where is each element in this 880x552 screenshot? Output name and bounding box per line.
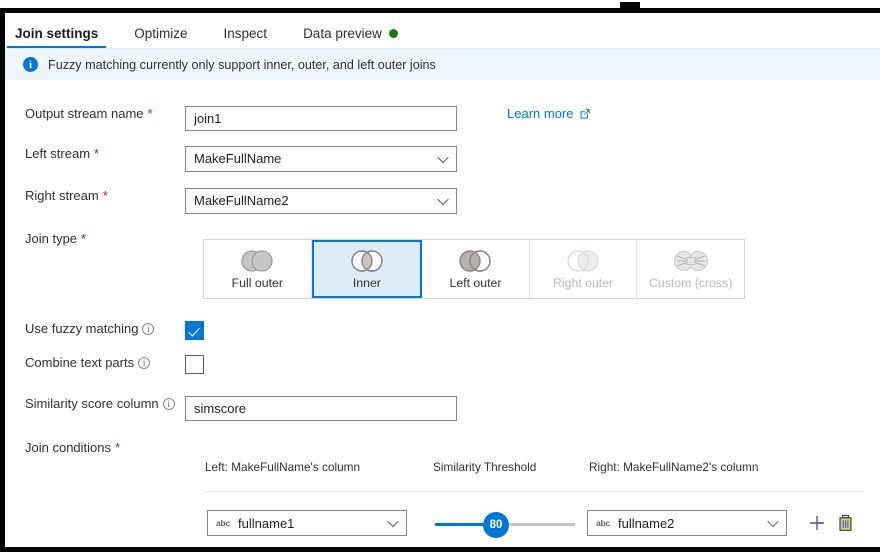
tab-optimize[interactable]: Optimize — [124, 25, 197, 49]
chevron-down-icon — [389, 518, 398, 527]
required-marker: * — [102, 188, 108, 203]
tab-bar: Join settings Optimize Inspect Data prev… — [5, 13, 880, 49]
output-stream-name-label: Output stream name * — [5, 106, 185, 122]
column-header-left: Left: MakeFullName's column — [205, 460, 361, 474]
right-outer-join-icon — [562, 248, 604, 274]
right-column-dropdown[interactable]: abc fullname2 — [587, 510, 787, 536]
label-text: Similarity score column — [25, 396, 159, 411]
right-stream-dropdown[interactable]: MakeFullName2 — [185, 188, 457, 214]
info-icon: i — [23, 57, 38, 72]
string-type-icon: abc — [216, 518, 231, 528]
left-stream-dropdown[interactable]: MakeFullName — [185, 146, 457, 172]
join-type-inner[interactable]: Inner — [311, 240, 423, 298]
delete-condition-button[interactable] — [833, 511, 857, 535]
join-type-selector: Full outer Inner Left outer Right outer … — [203, 239, 745, 299]
row-join-conditions: Join conditions * — [5, 440, 880, 456]
combine-text-parts-label: Combine text parts i — [5, 355, 185, 371]
right-stream-label: Right stream * — [5, 188, 185, 204]
info-tooltip-icon[interactable]: i — [142, 322, 155, 335]
right-column-value: fullname2 — [618, 515, 675, 531]
join-type-label: Full outer — [231, 276, 283, 290]
inner-join-icon — [346, 248, 388, 274]
tab-data-preview[interactable]: Data preview — [293, 25, 408, 49]
join-type-right-outer[interactable]: Right outer — [530, 240, 638, 298]
use-fuzzy-matching-label: Use fuzzy matching i — [5, 321, 185, 337]
use-fuzzy-matching-checkbox[interactable] — [185, 321, 204, 340]
join-type-left-outer[interactable]: Left outer — [422, 240, 530, 298]
external-link-icon — [580, 108, 591, 118]
row-combine-text-parts: Combine text parts i — [5, 355, 880, 374]
chevron-down-icon — [439, 196, 448, 205]
tab-label: Inspect — [223, 25, 268, 41]
slider-thumb[interactable]: 80 — [483, 512, 509, 538]
required-marker: * — [115, 440, 121, 455]
tab-label: Join settings — [15, 25, 99, 41]
left-stream-label: Left stream * — [5, 146, 185, 162]
left-stream-value: MakeFullName — [194, 151, 282, 166]
column-header-right: Right: MakeFullName2's column — [589, 460, 759, 474]
similarity-threshold-slider[interactable]: 80 — [435, 512, 575, 538]
info-tooltip-icon[interactable]: i — [162, 397, 175, 410]
combine-text-parts-checkbox[interactable] — [185, 355, 204, 374]
status-dot-icon — [388, 28, 398, 38]
tab-inspect[interactable]: Inspect — [214, 25, 278, 49]
chevron-down-icon — [439, 154, 448, 163]
join-type-label: Left outer — [449, 276, 502, 290]
learn-more-link[interactable]: Learn more — [507, 106, 591, 121]
similarity-score-column-input[interactable] — [185, 396, 457, 421]
label-text: Join conditions — [25, 440, 111, 455]
join-type-custom-cross[interactable]: Custom (cross) — [637, 240, 744, 298]
right-stream-value: MakeFullName2 — [194, 193, 289, 208]
required-marker: * — [147, 106, 153, 121]
join-type-label: Join type * — [5, 231, 185, 247]
required-marker: * — [81, 231, 87, 246]
row-use-fuzzy-matching: Use fuzzy matching i — [5, 321, 880, 340]
add-condition-button[interactable] — [805, 511, 829, 535]
string-type-icon: abc — [596, 518, 611, 528]
label-text: Output stream name — [25, 106, 144, 121]
header-divider — [203, 491, 863, 492]
info-banner-message: Fuzzy matching currently only support in… — [48, 57, 436, 72]
join-conditions-label: Join conditions * — [5, 440, 185, 456]
tab-join-settings[interactable]: Join settings — [5, 25, 108, 49]
label-text: Right stream — [25, 188, 99, 203]
label-text: Combine text parts — [25, 355, 135, 370]
frame-bottom-edge — [0, 547, 880, 552]
join-type-label: Custom (cross) — [648, 276, 733, 290]
join-condition-row: abc fullname1 80 abc fullname2 — [203, 505, 868, 545]
label-text: Left stream — [25, 146, 91, 161]
learn-more-label: Learn more — [507, 106, 574, 121]
chevron-down-icon — [769, 518, 778, 527]
join-type-label: Right outer — [553, 276, 614, 290]
join-type-label: Inner — [352, 276, 381, 290]
column-header-similarity: Similarity Threshold — [433, 460, 537, 474]
label-text: Use fuzzy matching — [25, 321, 139, 336]
left-outer-join-icon — [454, 248, 496, 274]
tab-label: Optimize — [134, 25, 188, 41]
join-settings-panel: Join settings Optimize Inspect Data prev… — [5, 13, 880, 547]
label-text: Join type — [25, 231, 78, 246]
left-column-dropdown[interactable]: abc fullname1 — [207, 510, 407, 536]
custom-cross-join-icon — [669, 248, 713, 274]
row-right-stream: Right stream * MakeFullName2 — [5, 188, 880, 214]
required-marker: * — [94, 146, 100, 161]
row-output-stream-name: Output stream name * Learn more — [5, 106, 880, 131]
output-stream-name-input[interactable] — [185, 106, 457, 131]
similarity-score-column-label: Similarity score column i — [5, 396, 185, 412]
info-tooltip-icon[interactable]: i — [138, 356, 151, 369]
left-column-value: fullname1 — [238, 515, 295, 531]
full-outer-join-icon — [236, 248, 278, 274]
row-similarity-score-column: Similarity score column i — [5, 396, 880, 421]
join-conditions-header-row: Left: MakeFullName's column Similarity T… — [203, 460, 863, 484]
info-banner: i Fuzzy matching currently only support … — [5, 49, 880, 80]
tab-label: Data preview — [303, 25, 382, 41]
join-type-full-outer[interactable]: Full outer — [204, 240, 312, 298]
plus-icon — [810, 516, 824, 530]
row-left-stream: Left stream * MakeFullName — [5, 146, 880, 172]
trash-icon — [838, 514, 852, 531]
